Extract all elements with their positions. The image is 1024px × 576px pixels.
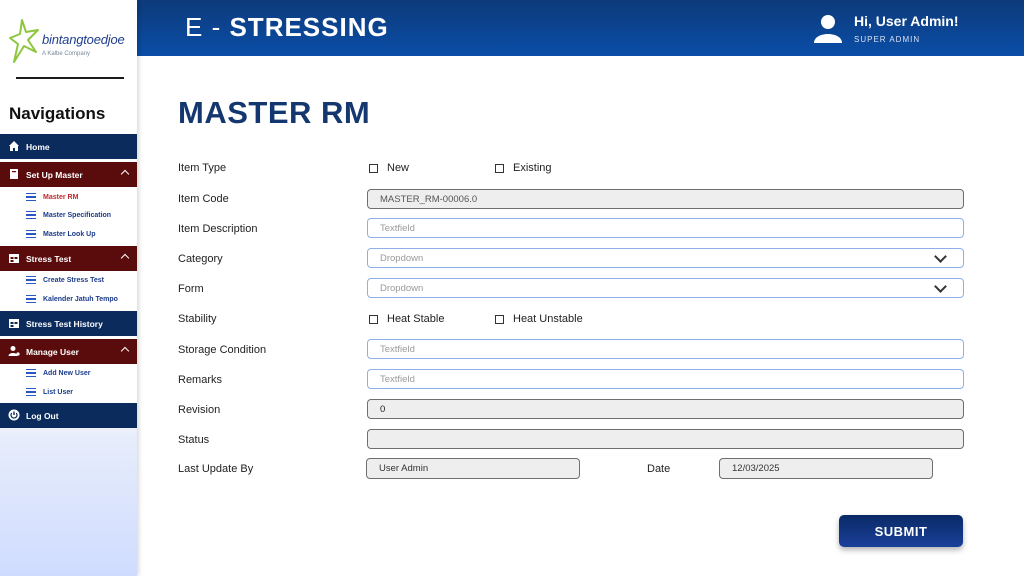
sidebar-subitem-label: Master Specification	[43, 212, 112, 219]
logo-text: bintangtoedjoe	[42, 32, 125, 47]
sidebar-subitem-master-rm[interactable]: Master RM	[0, 188, 137, 207]
chevron-up-icon	[120, 346, 130, 356]
chevron-down-icon	[934, 280, 947, 293]
item-description-label: Item Description	[178, 223, 258, 235]
last-update-label: Last Update By	[178, 463, 254, 475]
storage-condition-label: Storage Condition	[178, 344, 267, 356]
item-type-existing-label: Existing	[513, 162, 552, 174]
app-title-prefix: E -	[185, 12, 222, 42]
form-dropdown-value: Dropdown	[380, 282, 424, 294]
sidebar-item-label: Stress Test History	[26, 318, 103, 329]
logo-subtext: A Kalbe Company	[42, 51, 91, 57]
sidebar-item-label: Manage User	[26, 346, 79, 357]
revision-field: 0	[367, 399, 964, 419]
heat-stable-label: Heat Stable	[387, 313, 445, 325]
list-icon	[26, 193, 36, 201]
sidebar-item-label: Stress Test	[26, 253, 72, 264]
sidebar-item-setup-master[interactable]: Set Up Master	[0, 162, 137, 187]
sidebar-subitem-create-stress-test[interactable]: Create Stress Test	[0, 271, 137, 290]
user-greeting: Hi, User Admin!	[854, 13, 959, 29]
sidebar-subitem-label: Master RM	[43, 194, 79, 201]
remarks-label: Remarks	[178, 374, 223, 386]
category-dropdown-value: Dropdown	[380, 252, 424, 264]
date-label: Date	[647, 463, 671, 475]
sidebar-subitem-label: Kalender Jatuh Tempo	[43, 296, 118, 303]
form-dropdown[interactable]: Dropdown	[367, 278, 964, 298]
item-code-label: Item Code	[178, 193, 229, 205]
heat-unstable-checkbox[interactable]	[495, 315, 504, 324]
sidebar-item-logout[interactable]: Log Out	[0, 403, 137, 428]
item-type-label: Item Type	[178, 162, 227, 174]
list-icon	[26, 211, 36, 219]
sidebar: bintangtoedjoe A Kalbe Company Navigatio…	[0, 0, 137, 576]
app-title-main: STRESSING	[229, 12, 389, 42]
home-icon	[9, 141, 19, 151]
brand-logo: bintangtoedjoe A Kalbe Company	[8, 18, 128, 68]
item-type-new-label: New	[387, 162, 410, 174]
sidebar-subitem-label: Add New User	[43, 370, 91, 377]
user-avatar-icon[interactable]	[813, 13, 843, 43]
remarks-input[interactable]: Textfield	[367, 369, 964, 389]
storage-condition-input[interactable]: Textfield	[367, 339, 964, 359]
list-icon	[26, 295, 36, 303]
sidebar-item-label: Set Up Master	[26, 169, 83, 180]
date-field: 12/03/2025	[719, 458, 933, 479]
sidebar-subitem-label: List User	[43, 389, 73, 396]
power-icon	[8, 409, 20, 421]
item-code-field: MASTER_RM-00006.0	[367, 189, 964, 209]
sidebar-item-stress-history[interactable]: Stress Test History	[0, 311, 137, 336]
sidebar-subitem-master-specification[interactable]: Master Specification	[0, 206, 137, 225]
last-update-field: User Admin	[366, 458, 580, 479]
status-field	[367, 429, 964, 449]
sidebar-subitem-label: Create Stress Test	[43, 277, 104, 284]
nav-title: Navigations	[9, 104, 106, 123]
form-label: Form	[178, 283, 204, 295]
category-label: Category	[178, 253, 223, 265]
sidebar-subitem-master-lookup[interactable]: Master Look Up	[0, 225, 137, 244]
submit-button[interactable]: SUBMIT	[839, 515, 963, 547]
sidebar-item-manage-user[interactable]: Manage User	[0, 339, 137, 364]
item-description-input[interactable]: Textfield	[367, 218, 964, 238]
sidebar-item-home[interactable]: Home	[0, 134, 137, 159]
list-icon	[26, 230, 36, 238]
page-title: MASTER RM	[178, 95, 371, 130]
list-icon	[26, 276, 36, 284]
chevron-up-icon	[120, 253, 130, 263]
logo-mark-icon	[9, 19, 39, 63]
sidebar-item-label: Log Out	[26, 410, 59, 421]
sidebar-subitem-add-user[interactable]: Add New User	[0, 364, 137, 383]
list-icon	[26, 369, 36, 377]
sidebar-item-stress-test[interactable]: Stress Test	[0, 246, 137, 271]
calendar-icon	[9, 254, 19, 263]
heat-unstable-label: Heat Unstable	[513, 313, 583, 325]
revision-label: Revision	[178, 404, 221, 416]
app-root: bintangtoedjoe A Kalbe Company Navigatio…	[0, 0, 1024, 576]
book-icon	[10, 169, 18, 179]
top-header: E - STRESSING Hi, User Admin! SUPER ADMI…	[137, 0, 1024, 56]
logo-divider	[16, 77, 124, 79]
item-type-new-checkbox[interactable]	[369, 164, 378, 173]
chevron-down-icon	[934, 250, 947, 263]
status-label: Status	[178, 434, 210, 446]
user-gear-icon	[8, 346, 20, 356]
user-role: SUPER ADMIN	[854, 35, 921, 44]
stability-label: Stability	[178, 313, 217, 325]
item-type-existing-checkbox[interactable]	[495, 164, 504, 173]
sidebar-subitem-label: Master Look Up	[43, 231, 96, 238]
chevron-up-icon	[120, 169, 130, 179]
app-title: E - STRESSING	[185, 12, 389, 43]
sidebar-item-label: Home	[26, 141, 50, 152]
list-icon	[26, 388, 36, 396]
sidebar-subitem-kalender[interactable]: Kalender Jatuh Tempo	[0, 290, 137, 309]
sidebar-subitem-list-user[interactable]: List User	[0, 383, 137, 402]
heat-stable-checkbox[interactable]	[369, 315, 378, 324]
category-dropdown[interactable]: Dropdown	[367, 248, 964, 268]
calendar-icon	[9, 319, 19, 328]
